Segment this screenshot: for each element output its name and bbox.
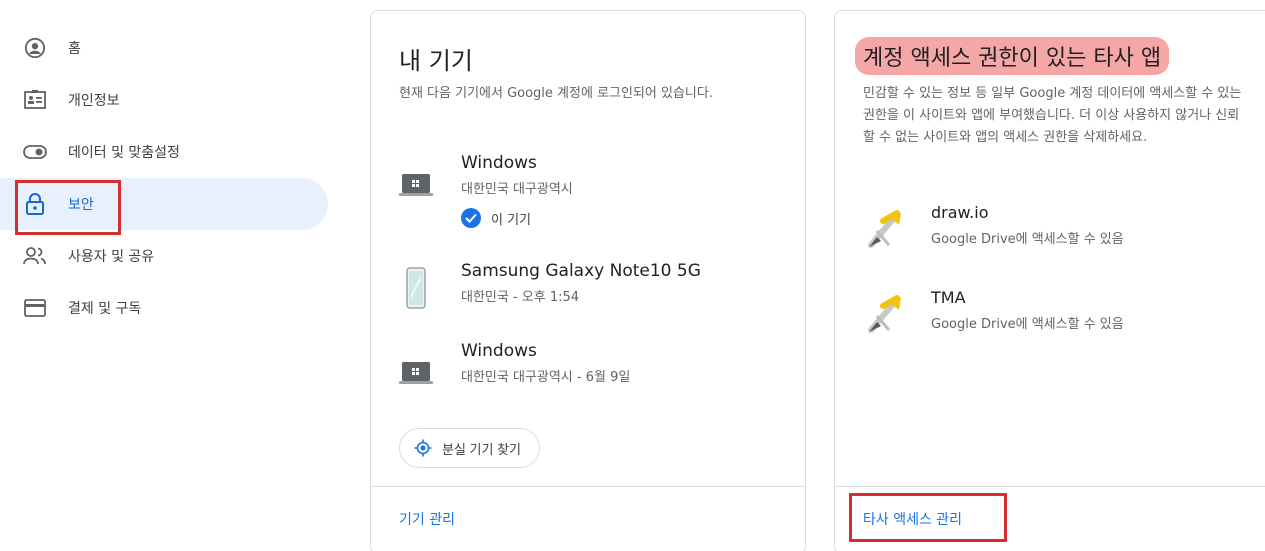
devices-card-title: 내 기기 — [399, 47, 473, 75]
find-lost-device-button[interactable]: 분실 기기 찾기 — [399, 428, 540, 468]
sidebar-item-label: 홈 — [68, 41, 81, 57]
app-logo-icon — [863, 207, 907, 251]
devices-card-description: 현재 다음 기기에서 Google 계정에 로그인되어 있습니다. — [399, 86, 713, 101]
phone-icon — [399, 259, 433, 309]
sidebar-nav: 홈 개인정보 데이터 및 맞춤설정 보안 사용자 및 공유 결제 및 구독 — [0, 22, 330, 334]
sidebar-item-people-sharing[interactable]: 사용자 및 공유 — [0, 230, 330, 282]
sidebar-item-label: 개인정보 — [68, 93, 120, 109]
device-item[interactable]: Windows 대한민국 대구광역시 이 기기 — [399, 151, 573, 231]
apps-card-title: 계정 액세스 권한이 있는 타사 앱 — [863, 46, 1162, 71]
annotation-highlight-box — [849, 493, 1007, 542]
card-divider — [371, 486, 805, 487]
annotation-highlight-box — [15, 180, 121, 235]
third-party-apps-card: 계정 액세스 권한이 있는 타사 앱 민감할 수 있는 정보 등 일부 Goog… — [834, 10, 1265, 551]
card-divider — [835, 486, 1265, 487]
device-item[interactable]: Windows 대한민국 대구광역시 - 6월 9일 — [399, 339, 630, 393]
devices-card: 내 기기 현재 다음 기기에서 Google 계정에 로그인되어 있습니다. W… — [370, 10, 806, 551]
check-circle-icon — [461, 208, 481, 228]
device-name: Windows — [461, 341, 537, 361]
laptop-icon — [399, 151, 433, 196]
sidebar-item-payments[interactable]: 결제 및 구독 — [0, 282, 330, 334]
credit-card-icon — [22, 295, 48, 321]
app-item-drawio[interactable]: draw.io Google Drive에 액세스할 수 있음 — [863, 201, 1124, 255]
device-location: 대한민국 대구광역시 — [461, 182, 573, 197]
apps-title-highlight: 계정 액세스 권한이 있는 타사 앱 — [855, 37, 1170, 75]
device-location: 대한민국 대구광역시 - 6월 9일 — [461, 370, 631, 385]
app-name: draw.io — [931, 203, 989, 222]
app-logo-icon — [863, 292, 907, 336]
this-device-badge: 이 기기 — [461, 205, 573, 231]
locate-target-icon — [414, 439, 432, 457]
id-card-icon — [22, 87, 48, 113]
manage-devices-link[interactable]: 기기 관리 — [399, 509, 455, 529]
device-name: Windows — [461, 153, 537, 173]
sidebar-item-home[interactable]: 홈 — [0, 22, 330, 74]
sidebar-item-data-personalization[interactable]: 데이터 및 맞춤설정 — [0, 126, 330, 178]
people-icon — [22, 243, 48, 269]
sidebar-item-label: 사용자 및 공유 — [68, 249, 155, 265]
apps-card-description: 민감할 수 있는 정보 등 일부 Google 계정 데이터에 액세스할 수 있… — [863, 86, 1242, 145]
toggle-icon — [22, 139, 48, 165]
device-item[interactable]: Samsung Galaxy Note10 5G 대한민국 - 오후 1:54 — [399, 259, 701, 313]
app-name: TMA — [931, 288, 966, 307]
sidebar-item-label: 데이터 및 맞춤설정 — [68, 145, 180, 161]
app-access: Google Drive에 액세스할 수 있음 — [931, 317, 1124, 332]
account-circle-icon — [22, 35, 48, 61]
sidebar-item-personal-info[interactable]: 개인정보 — [0, 74, 330, 126]
find-lost-device-label: 분실 기기 찾기 — [442, 441, 521, 457]
app-access: Google Drive에 액세스할 수 있음 — [931, 232, 1124, 247]
this-device-label: 이 기기 — [491, 212, 532, 228]
laptop-icon — [399, 339, 433, 384]
device-name: Samsung Galaxy Note10 5G — [461, 261, 701, 281]
sidebar-item-label: 결제 및 구독 — [68, 301, 142, 317]
app-item-tma[interactable]: TMA Google Drive에 액세스할 수 있음 — [863, 286, 1124, 340]
device-location: 대한민국 - 오후 1:54 — [461, 290, 580, 305]
